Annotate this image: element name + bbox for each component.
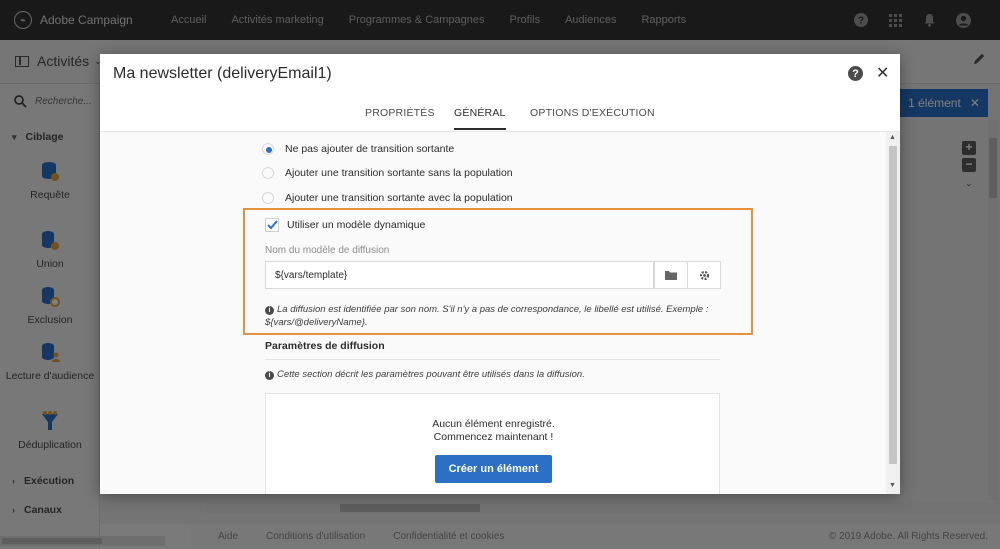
create-element-button[interactable]: Créer un élément — [435, 455, 552, 483]
template-name-input[interactable]: ${vars/template} — [265, 261, 654, 289]
checkmark-icon — [266, 220, 278, 230]
scrollbar-thumb[interactable] — [889, 146, 897, 464]
scroll-up-arrow-icon[interactable]: ▲ — [889, 134, 896, 141]
delivery-params-note: i Cette section décrit les paramètres pou… — [265, 369, 585, 380]
radio-transition-without-population[interactable]: Ajouter une transition sortante sans la … — [262, 167, 513, 179]
template-name-label: Nom du modèle de diffusion — [265, 245, 390, 256]
delivery-params-title: Paramètres de diffusion — [265, 340, 385, 352]
close-icon[interactable]: ✕ — [876, 63, 889, 83]
radio-label: Ajouter une transition sortante avec la … — [285, 192, 513, 204]
template-info-note: i La diffusion est identifiée par son nom… — [265, 303, 725, 329]
dynamic-template-checkbox-row[interactable]: Utiliser un modèle dynamique — [265, 218, 425, 232]
delivery-params-info-text: Cette section décrit les paramètres pouv… — [277, 369, 585, 380]
radio-button[interactable] — [262, 167, 274, 179]
empty-state-line-2: Commencez maintenant ! — [433, 431, 554, 443]
template-info-text: La diffusion est identifiée par son nom.… — [265, 304, 709, 328]
info-icon: i — [265, 371, 274, 380]
template-browse-button[interactable] — [654, 261, 688, 289]
tab-general[interactable]: GÉNÉRAL — [454, 107, 506, 130]
dynamic-template-checkbox[interactable] — [265, 218, 279, 232]
activity-properties-dialog: Ma newsletter (deliveryEmail1) ? ✕ PROPR… — [100, 54, 900, 494]
dialog-scrollbar[interactable]: ▲ ▼ — [886, 132, 900, 494]
folder-icon — [665, 271, 677, 280]
dialog-content: Ne pas ajouter de transition sortante Aj… — [100, 132, 886, 494]
dialog-header: Ma newsletter (deliveryEmail1) ? ✕ — [100, 54, 900, 94]
radio-button[interactable] — [262, 143, 274, 155]
tab-properties[interactable]: PROPRIÉTÉS — [365, 107, 435, 119]
tab-execution-options[interactable]: OPTIONS D'EXÉCUTION — [530, 107, 655, 119]
info-icon: i — [265, 306, 274, 315]
section-divider — [265, 359, 720, 360]
checkbox-label: Utiliser un modèle dynamique — [287, 219, 426, 231]
radio-button[interactable] — [262, 192, 274, 204]
help-icon[interactable]: ? — [848, 66, 863, 81]
gear-icon — [699, 270, 709, 280]
empty-state-line-1: Aucun élément enregistré. — [432, 418, 555, 430]
dialog-title: Ma newsletter (deliveryEmail1) — [113, 65, 332, 82]
radio-label: Ajouter une transition sortante sans la … — [285, 167, 513, 179]
radio-transition-with-population[interactable]: Ajouter une transition sortante avec la … — [262, 192, 513, 204]
dialog-tabs: PROPRIÉTÉS GÉNÉRAL OPTIONS D'EXÉCUTION — [100, 94, 900, 132]
scroll-down-arrow-icon[interactable]: ▼ — [889, 482, 896, 489]
template-settings-button[interactable] — [687, 261, 721, 289]
radio-no-outbound-transition[interactable]: Ne pas ajouter de transition sortante — [262, 143, 454, 155]
radio-label: Ne pas ajouter de transition sortante — [285, 143, 455, 155]
delivery-params-list: Aucun élément enregistré. Commencez main… — [265, 393, 720, 494]
